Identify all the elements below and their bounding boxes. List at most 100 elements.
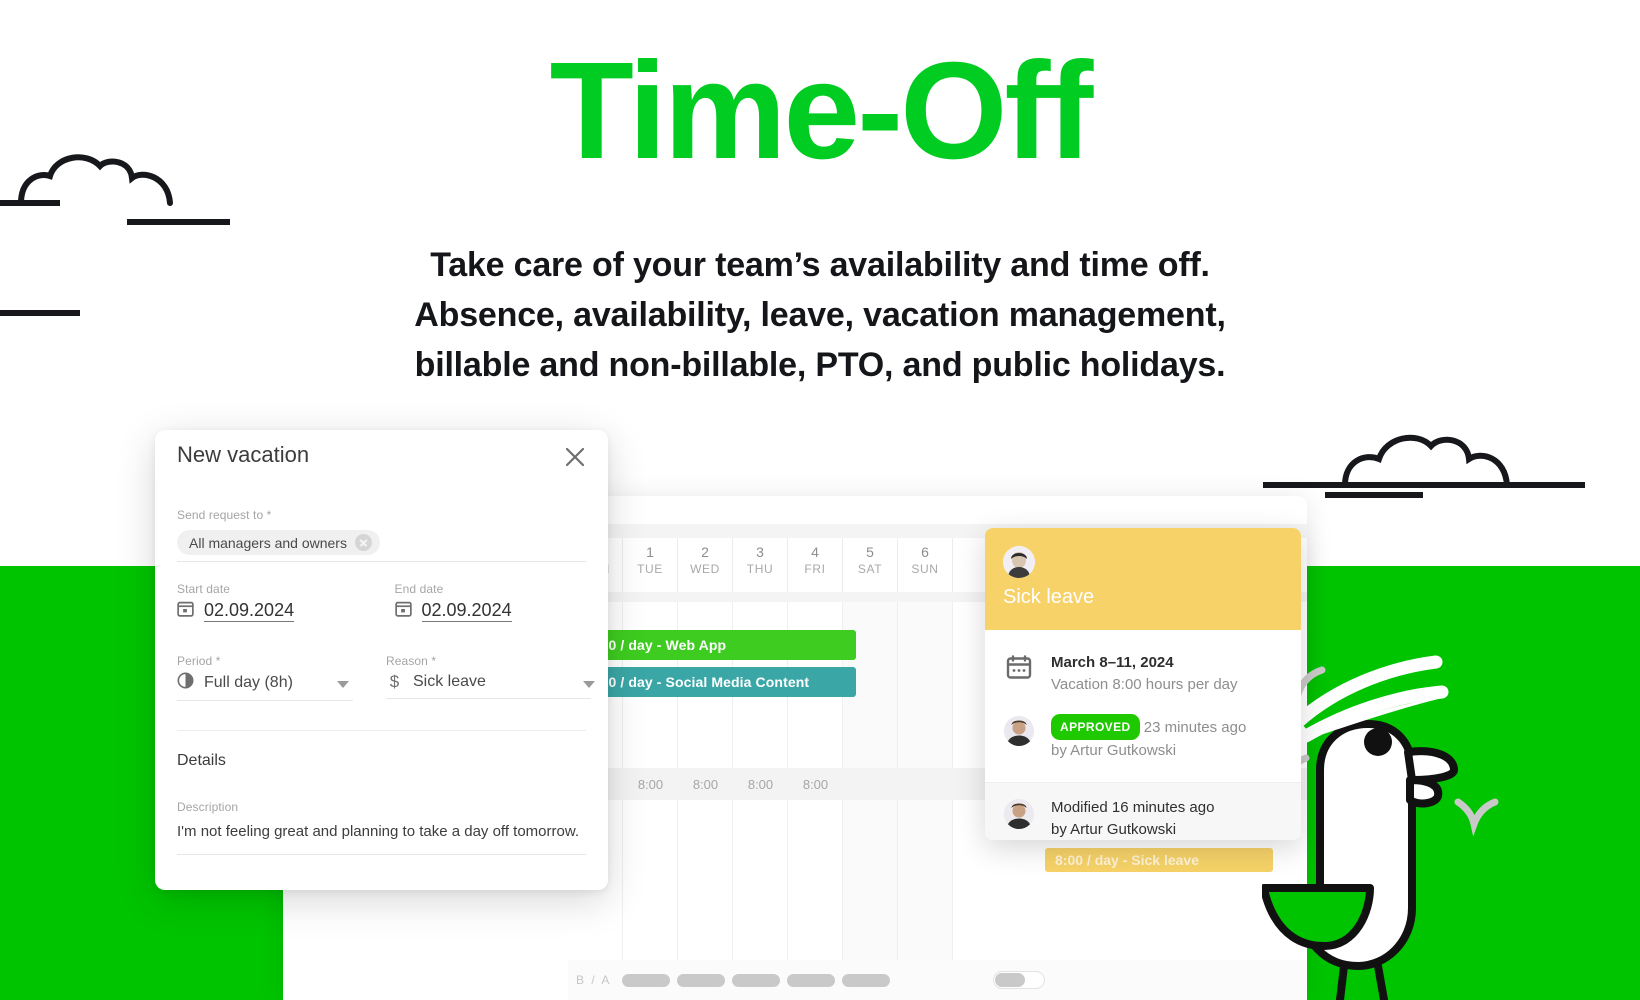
time-off-popup-card: Sick leave March 8–11, 2024 Vacation 8:0… bbox=[985, 528, 1301, 840]
dialog-divider bbox=[177, 730, 586, 731]
calendar-day-column[interactable] bbox=[623, 602, 678, 1000]
popup-header: Sick leave bbox=[985, 528, 1301, 630]
close-icon[interactable] bbox=[562, 444, 588, 470]
half-circle-icon bbox=[177, 672, 194, 694]
page-subtitle: Take care of your team’s availability an… bbox=[0, 240, 1640, 390]
chevron-down-icon[interactable] bbox=[337, 681, 349, 688]
period-value: Full day (8h) bbox=[204, 674, 293, 691]
billable-toggle[interactable] bbox=[993, 971, 1045, 989]
reason-field[interactable]: Reason * $ Sick leave bbox=[386, 654, 595, 701]
billable-label: B / A bbox=[576, 973, 612, 987]
calendar-day-number: 2 bbox=[701, 544, 709, 560]
period-label: Period * bbox=[177, 654, 221, 668]
page-root: Time-Off Take care of your team’s availa… bbox=[0, 0, 1640, 1000]
calendar-day-header-cell[interactable]: 6 SUN bbox=[898, 538, 953, 592]
calendar-day-number: 4 bbox=[811, 544, 819, 560]
calendar-day-number: 3 bbox=[756, 544, 764, 560]
reason-label: Reason * bbox=[386, 654, 437, 668]
cloud-right-line-icon bbox=[1325, 492, 1423, 498]
popup-title: Sick leave bbox=[1003, 586, 1095, 608]
calendar-day-total: 8:00 bbox=[747, 776, 774, 792]
calendar-icon bbox=[394, 600, 412, 622]
calendar-day-name: THU bbox=[746, 562, 774, 576]
dollar-icon: $ bbox=[389, 672, 400, 691]
popup-date-range: March 8–11, 2024 bbox=[1051, 654, 1174, 671]
popup-status-author: by Artur Gutkowski bbox=[1051, 742, 1177, 759]
chevron-down-icon[interactable] bbox=[583, 681, 595, 688]
calendar-day-header-cell[interactable]: 5 SAT bbox=[843, 538, 898, 592]
page-title: Time-Off bbox=[549, 34, 1094, 188]
start-date-value: 02.09.2024 bbox=[204, 600, 295, 622]
end-date-value: 02.09.2024 bbox=[421, 600, 512, 622]
calendar-event-bar[interactable]: 5:00 / day - Web App bbox=[576, 630, 856, 660]
recipient-chip-label: All managers and owners bbox=[189, 534, 347, 551]
calendar-day-column[interactable] bbox=[733, 602, 788, 1000]
calendar-day-number: 1 bbox=[646, 544, 654, 560]
subtitle-line-3: billable and non-billable, PTO, and publ… bbox=[414, 346, 1226, 384]
popup-date-row: March 8–11, 2024 Vacation 8:00 hours per… bbox=[985, 644, 1301, 706]
calendar-event-bar[interactable]: 3:00 / day - Social Media Content bbox=[576, 667, 856, 697]
end-date-label: End date bbox=[394, 582, 444, 596]
calendar-day-column[interactable] bbox=[678, 602, 733, 1000]
popup-modified-row: Modified 16 minutes ago by Artur Gutkows… bbox=[985, 782, 1301, 840]
billable-bar bbox=[838, 973, 893, 987]
period-field[interactable]: Period * Full day (8h) bbox=[177, 654, 360, 701]
calendar-day-total: 8:00 bbox=[692, 776, 719, 792]
popup-avatar bbox=[1003, 546, 1035, 578]
popup-date-detail: Vacation 8:00 hours per day bbox=[1051, 676, 1238, 693]
cloud-right-icon bbox=[1263, 434, 1585, 488]
popup-body: March 8–11, 2024 Vacation 8:00 hours per… bbox=[985, 630, 1301, 840]
calendar-day-total: 8:00 bbox=[637, 776, 664, 792]
billable-bar bbox=[728, 973, 783, 987]
popup-status-time: 23 minutes ago bbox=[1143, 719, 1247, 736]
calendar-day-name: WED bbox=[690, 562, 720, 576]
calendar-billable-row: B / A bbox=[568, 960, 1307, 1000]
description-value: I'm not feeling great and planning to ta… bbox=[177, 822, 586, 855]
recipient-chip[interactable]: All managers and owners bbox=[177, 530, 380, 555]
seagull-illustration bbox=[1262, 655, 1499, 1000]
subtitle-line-1: Take care of your team’s availability an… bbox=[430, 246, 1210, 284]
approver-avatar bbox=[1003, 714, 1035, 746]
end-date-field[interactable]: End date 02.09.2024 bbox=[395, 582, 587, 627]
details-heading: Details bbox=[177, 752, 226, 769]
calendar-day-name: FRI bbox=[804, 562, 826, 576]
calendar-day-column[interactable] bbox=[898, 602, 953, 1000]
billable-bar bbox=[783, 973, 838, 987]
calendar-day-header-cell[interactable]: 1 TUE bbox=[623, 538, 678, 592]
description-label: Description bbox=[177, 800, 239, 814]
calendar-day-total: 8:00 bbox=[802, 776, 829, 792]
description-field[interactable]: Description I'm not feeling great and pl… bbox=[177, 800, 586, 855]
new-vacation-dialog: New vacation Send request to * All manag… bbox=[155, 430, 608, 890]
send-request-field: Send request to * All managers and owner… bbox=[177, 508, 586, 562]
billable-pills bbox=[618, 973, 893, 987]
start-date-label: Start date bbox=[177, 582, 231, 596]
popup-modified-author: by Artur Gutkowski bbox=[1051, 821, 1177, 838]
billable-bar bbox=[673, 973, 728, 987]
popup-modified-time: Modified 16 minutes ago bbox=[1051, 799, 1215, 816]
billable-bar bbox=[618, 973, 673, 987]
details-section: Details bbox=[177, 752, 586, 770]
calendar-day-number: 6 bbox=[921, 544, 929, 560]
start-date-field[interactable]: Start date 02.09.2024 bbox=[177, 582, 369, 627]
sick-leave-event-bar[interactable]: 8:00 / day - Sick leave bbox=[1045, 848, 1273, 872]
chip-remove-icon[interactable] bbox=[354, 534, 372, 551]
calendar-day-name: SUN bbox=[911, 562, 939, 576]
calendar-day-number: 5 bbox=[866, 544, 874, 560]
calendar-day-name: SAT bbox=[857, 562, 883, 576]
dialog-title: New vacation bbox=[177, 442, 310, 467]
modifier-avatar bbox=[1003, 797, 1035, 829]
calendar-day-header-cell[interactable]: 2 WED bbox=[678, 538, 733, 592]
calendar-icon bbox=[1003, 652, 1035, 680]
calendar-day-header-cell[interactable]: 4 FRI bbox=[788, 538, 843, 592]
calendar-icon bbox=[177, 600, 194, 622]
popup-status-row: APPROVED 23 minutes ago by Artur Gutkows… bbox=[985, 706, 1301, 772]
calendar-day-name: TUE bbox=[637, 562, 663, 576]
subtitle-line-2: Absence, availability, leave, vacation m… bbox=[414, 296, 1226, 334]
status-badge: APPROVED bbox=[1051, 714, 1140, 740]
calendar-day-column[interactable] bbox=[843, 602, 898, 1000]
send-request-label: Send request to * bbox=[177, 508, 272, 522]
calendar-day-column[interactable] bbox=[788, 602, 843, 1000]
calendar-day-header-cell[interactable]: 3 THU bbox=[733, 538, 788, 592]
period-reason-fields: Period * Full day (8h) Reason * $ Sick l… bbox=[177, 654, 595, 701]
reason-value: Sick leave bbox=[413, 673, 486, 690]
